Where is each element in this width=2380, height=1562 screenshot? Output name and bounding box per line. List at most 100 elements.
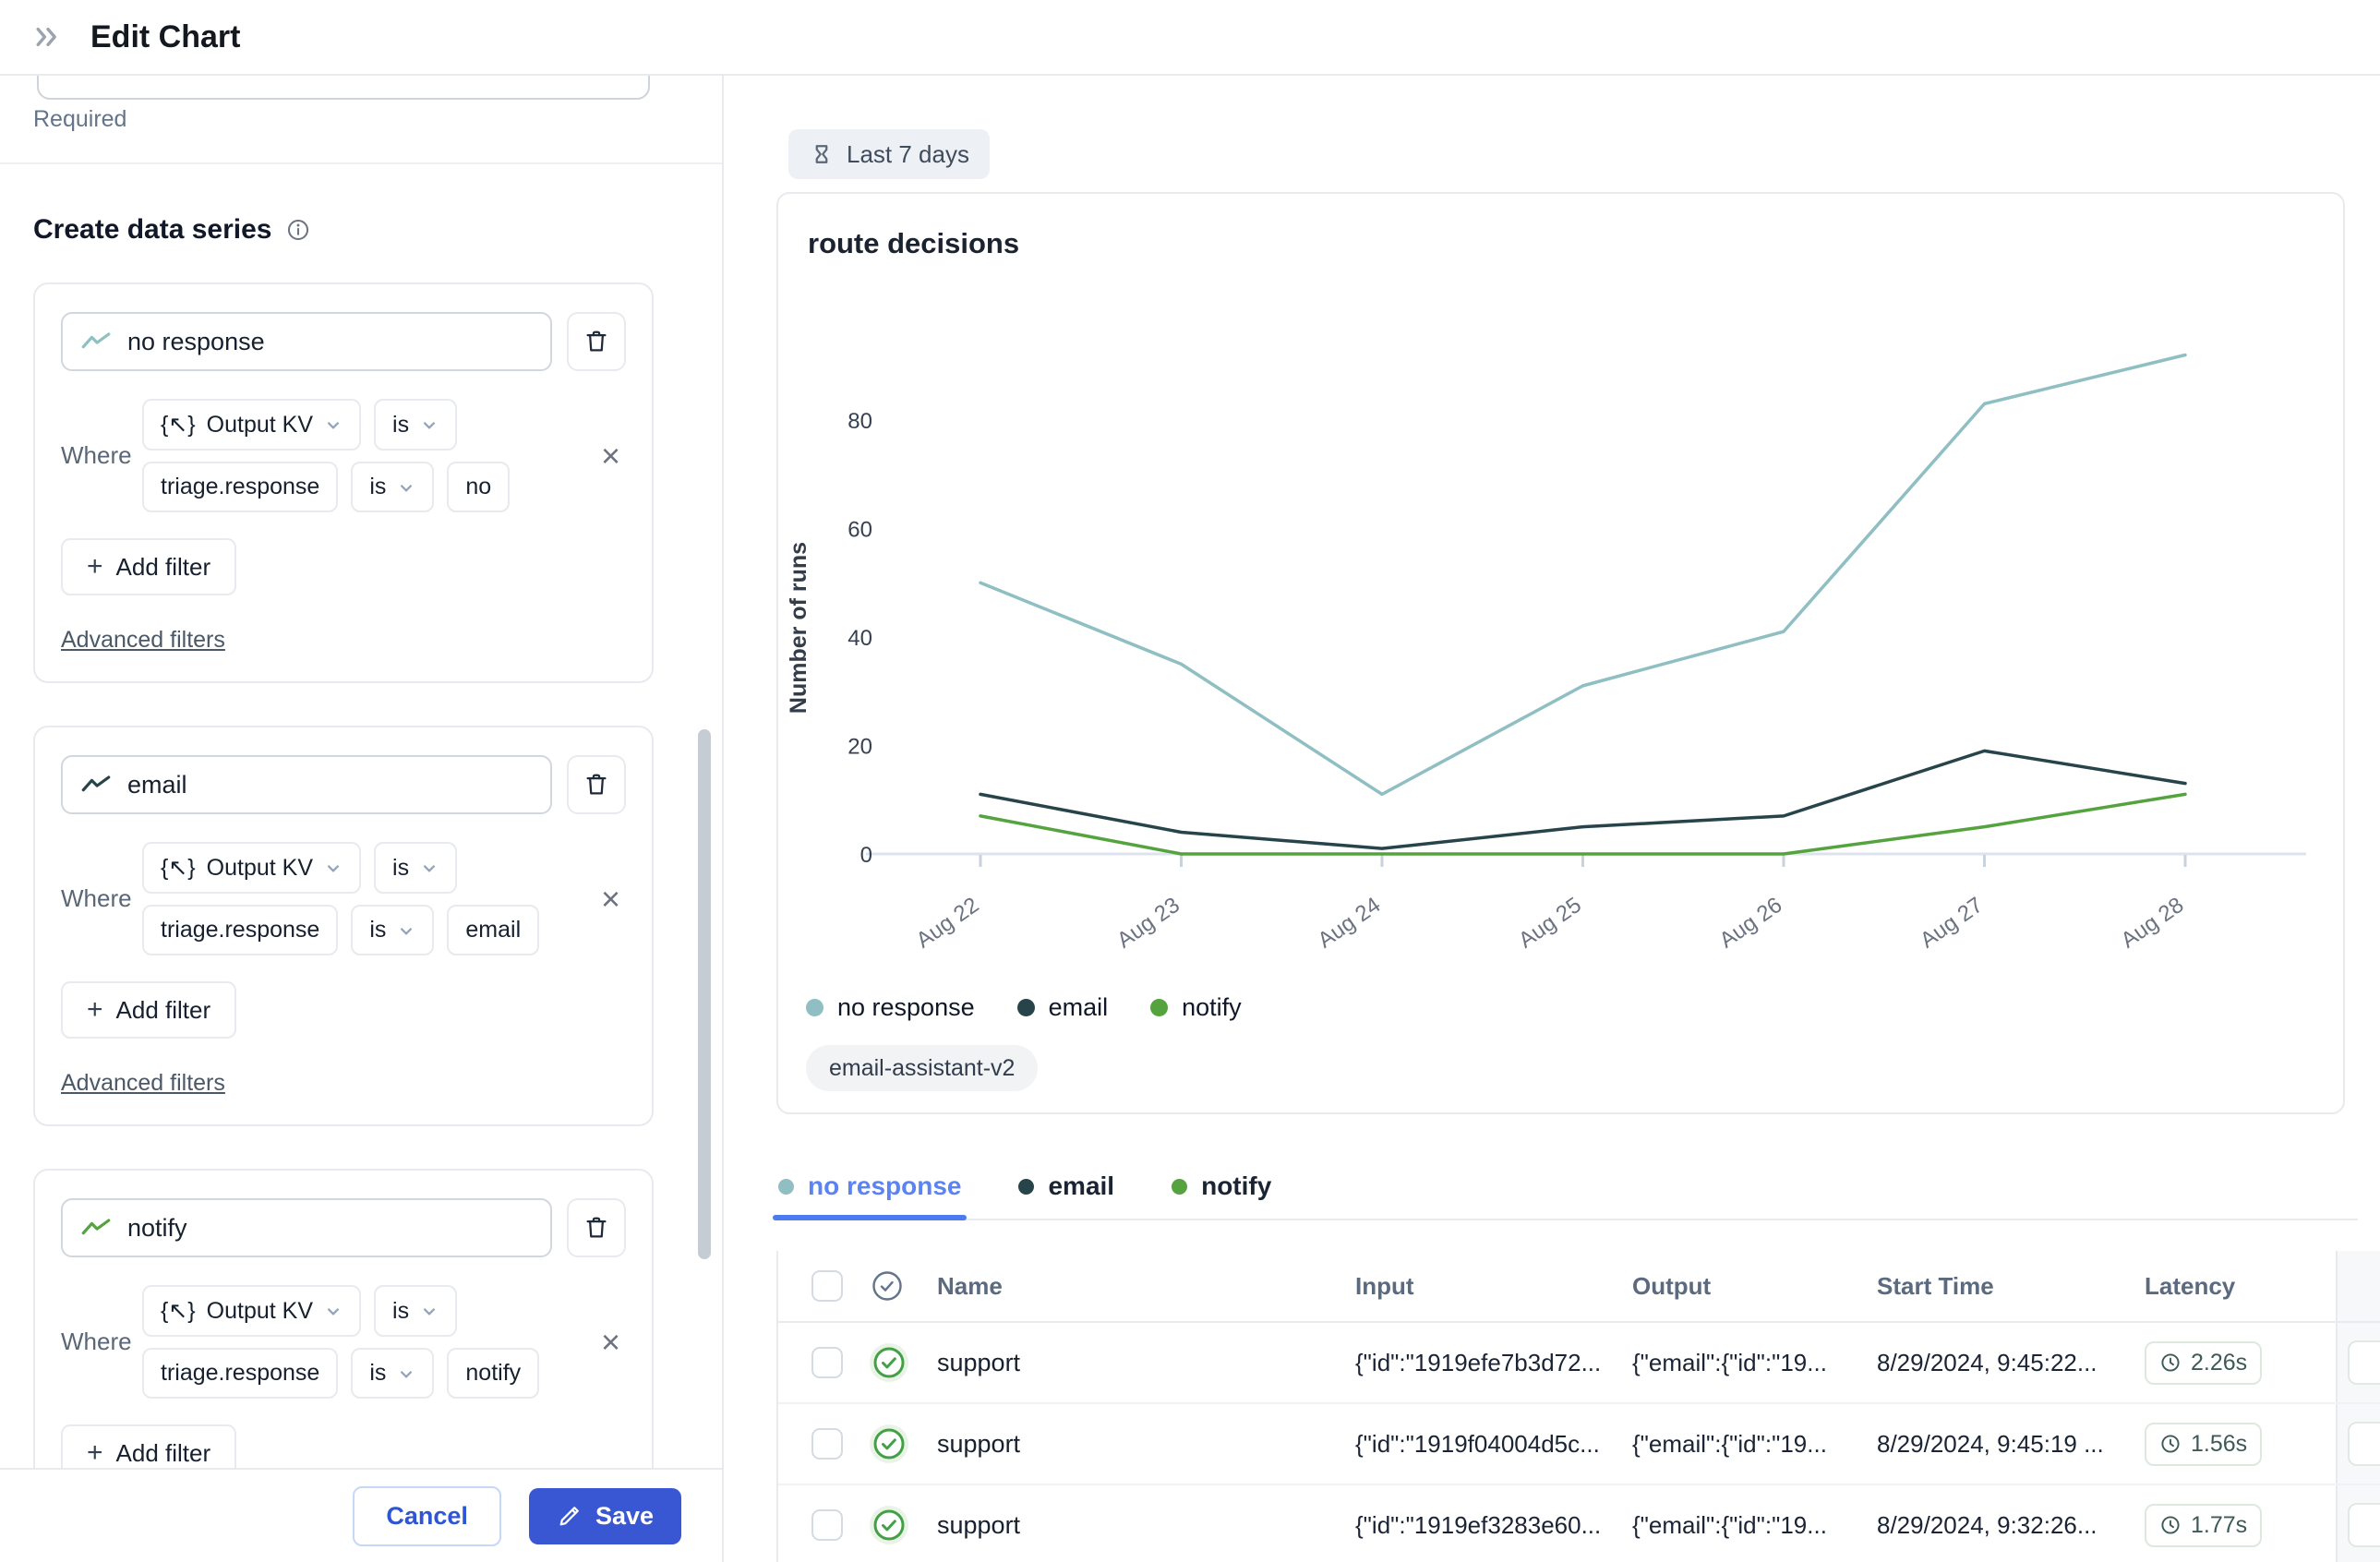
table-row[interactable]: support {"id":"1919efe7b3d72... {"email"… (778, 1323, 2380, 1404)
tab-notify[interactable]: notify (1170, 1154, 1273, 1219)
run-start-time: 8/29/2024, 9:32:26... (1877, 1511, 2145, 1540)
svg-text:Number of runs: Number of runs (786, 542, 811, 714)
run-start-time: 8/29/2024, 9:45:22... (1877, 1349, 2145, 1377)
clock-icon (2159, 1514, 2182, 1536)
column-header-input[interactable]: Input (1355, 1272, 1632, 1301)
run-name[interactable]: support (937, 1349, 1355, 1377)
filter-value-field[interactable]: no (447, 462, 510, 512)
series-name-value: notify (127, 1214, 187, 1243)
row-checkbox[interactable] (811, 1347, 843, 1378)
filter-field-dropdown[interactable]: {↖} Output KV (142, 842, 361, 894)
session-tag-chip[interactable]: email-assistant-v2 (806, 1045, 1038, 1091)
filter-key-field[interactable]: triage.response (142, 905, 338, 955)
run-input[interactable]: {"id":"1919f04004d5c... (1355, 1430, 1632, 1459)
legend-dot (806, 999, 823, 1016)
run-name[interactable]: support (937, 1430, 1355, 1459)
run-output[interactable]: {"email":{"id":"19... (1632, 1430, 1877, 1459)
chart-title: route decisions (808, 227, 1019, 260)
filter-key-field[interactable]: triage.response (142, 1348, 338, 1399)
chart-preview-panel: Last 7 days route decisions Aug 22Aug 23… (726, 76, 2380, 1562)
where-label: Where (61, 441, 142, 470)
line-chart[interactable]: Aug 22Aug 23Aug 24Aug 25Aug 26Aug 27Aug … (778, 332, 2338, 988)
advanced-filters-link[interactable]: Advanced filters (61, 1070, 225, 1097)
column-header-start-time[interactable]: Start Time (1877, 1272, 2145, 1301)
info-icon[interactable] (285, 217, 311, 243)
filter-field-dropdown[interactable]: {↖} Output KV (142, 1285, 361, 1337)
tab-dot (778, 1179, 794, 1195)
truncated-badge (2348, 1422, 2380, 1466)
table-row[interactable]: support {"id":"1919ef3283e60... {"email"… (778, 1485, 2380, 1562)
tab-no-response[interactable]: no response (776, 1154, 963, 1219)
filter-operator-dropdown[interactable]: is (374, 1285, 457, 1337)
trash-icon (583, 771, 610, 799)
legend-item[interactable]: no response (806, 993, 975, 1022)
row-checkbox[interactable] (811, 1428, 843, 1460)
legend-item[interactable]: notify (1150, 993, 1242, 1022)
clock-icon (2159, 1352, 2182, 1374)
column-header-name[interactable]: Name (937, 1272, 1355, 1301)
add-filter-button[interactable]: +Add filter (61, 1424, 236, 1468)
svg-text:Aug 27: Aug 27 (1916, 893, 1988, 954)
delete-series-button[interactable] (567, 755, 626, 814)
filter-key-operator-dropdown[interactable]: is (351, 1348, 434, 1399)
filter-key-operator-dropdown[interactable]: is (351, 905, 434, 955)
series-name-value: no response (127, 328, 265, 356)
chart-name-input[interactable] (37, 76, 650, 100)
run-input[interactable]: {"id":"1919ef3283e60... (1355, 1511, 1632, 1540)
filter-value-field[interactable]: notify (447, 1348, 539, 1399)
run-output[interactable]: {"email":{"id":"19... (1632, 1349, 1877, 1377)
plus-icon: + (87, 1437, 103, 1468)
series-name-input[interactable]: no response (61, 312, 552, 371)
trend-line-icon (81, 1217, 111, 1239)
collapse-panel-icon[interactable] (28, 17, 68, 57)
legend-item[interactable]: email (1017, 993, 1109, 1022)
filter-value-field[interactable]: email (447, 905, 539, 955)
row-checkbox[interactable] (811, 1509, 843, 1541)
sidebar-footer: Cancel Save (0, 1468, 722, 1562)
tab-email[interactable]: email (1016, 1154, 1116, 1219)
latency-badge: 2.26s (2145, 1341, 2262, 1385)
output-kv-icon: {↖} (161, 411, 196, 439)
hourglass-icon (809, 141, 835, 167)
select-all-checkbox[interactable] (811, 1270, 843, 1302)
column-header-output[interactable]: Output (1632, 1272, 1877, 1301)
remove-filter-icon[interactable]: × (595, 883, 626, 916)
table-header-row: Name Input Output Start Time Latency (778, 1251, 2380, 1323)
run-input[interactable]: {"id":"1919efe7b3d72... (1355, 1349, 1632, 1377)
required-label: Required (33, 106, 126, 133)
series-card-notify: notify Where {↖} Output KV (33, 1169, 654, 1468)
cancel-button[interactable]: Cancel (353, 1486, 501, 1546)
run-output[interactable]: {"email":{"id":"19... (1632, 1511, 1877, 1540)
filter-field-dropdown[interactable]: {↖} Output KV (142, 399, 361, 451)
tab-dot (1172, 1179, 1187, 1195)
run-name[interactable]: support (937, 1511, 1355, 1540)
add-filter-button[interactable]: +Add filter (61, 538, 236, 595)
status-column-icon (869, 1268, 906, 1304)
filter-key-operator-dropdown[interactable]: is (351, 462, 434, 512)
table-row[interactable]: support {"id":"1919f04004d5c... {"email"… (778, 1404, 2380, 1485)
success-status-icon (869, 1505, 909, 1545)
delete-series-button[interactable] (567, 312, 626, 371)
output-kv-icon: {↖} (161, 1297, 196, 1325)
series-card-email: email Where {↖} Output KV (33, 726, 654, 1126)
sidebar-scrollbar[interactable] (698, 729, 711, 1259)
sidebar-scroll-area[interactable]: Required Create data series no response (0, 76, 722, 1468)
save-button[interactable]: Save (529, 1488, 681, 1544)
filter-operator-dropdown[interactable]: is (374, 399, 457, 451)
remove-filter-icon[interactable]: × (595, 439, 626, 473)
tab-dot (1018, 1179, 1034, 1195)
filter-key-field[interactable]: triage.response (142, 462, 338, 512)
remove-filter-icon[interactable]: × (595, 1326, 626, 1359)
chevron-down-icon (420, 415, 439, 434)
time-range-chip[interactable]: Last 7 days (788, 129, 990, 179)
filter-operator-dropdown[interactable]: is (374, 842, 457, 894)
series-name-input[interactable]: email (61, 755, 552, 814)
advanced-filters-link[interactable]: Advanced filters (61, 627, 225, 654)
series-name-input[interactable]: notify (61, 1198, 552, 1257)
add-filter-button[interactable]: +Add filter (61, 981, 236, 1039)
chevron-down-icon (397, 478, 415, 497)
svg-text:Aug 26: Aug 26 (1715, 893, 1787, 954)
column-header-latency[interactable]: Latency (2145, 1272, 2314, 1301)
delete-series-button[interactable] (567, 1198, 626, 1257)
series-name-value: email (127, 771, 187, 799)
